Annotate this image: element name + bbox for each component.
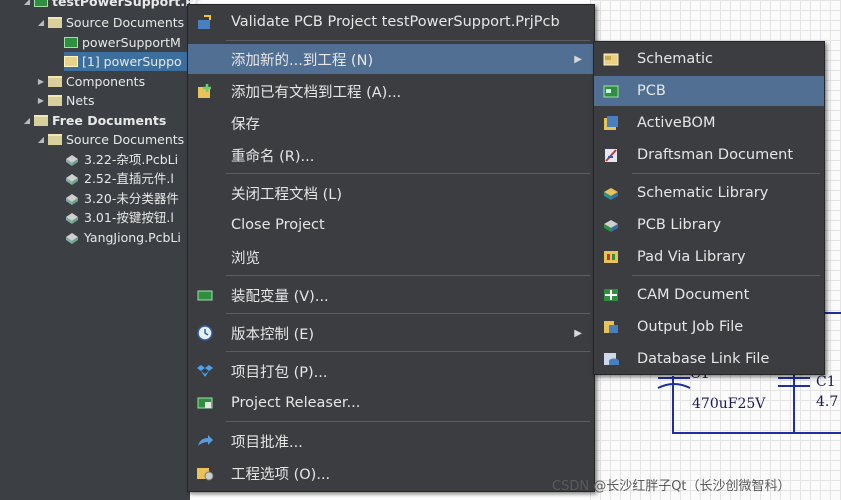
menu-item-rename[interactable]: 重命名 (R)... [188,140,594,170]
expand-icon[interactable]: ◢ [22,0,32,11]
menu-separator [226,313,590,314]
menu-separator [632,275,820,276]
arrow-icon [198,435,213,446]
menu-separator [226,275,590,276]
menu-separator [632,173,820,174]
releaser-icon [197,397,213,409]
cam-icon [604,289,618,301]
schlib-icon [604,188,618,200]
pcbdoc-icon [64,37,78,48]
submenu-item-activebom[interactable]: ActiveBOM [594,108,824,138]
menu-item-project-options[interactable]: 工程选项 (O)... [188,458,594,488]
menu-item-save[interactable]: 保存 [188,108,594,138]
tree-item-pcblib[interactable]: 3.20-未分类器件 [64,189,179,208]
tree-item-source-documents-free[interactable]: ◢ Source Documents [36,130,184,149]
pcblib-icon [66,174,78,185]
outjob-icon [604,321,618,333]
capacitor-value: 470uF25V [692,396,766,412]
add-existing-icon [198,84,211,98]
collapse-icon[interactable]: ▶ [36,91,46,110]
submenu-item-pcb-library[interactable]: PCB Library [594,210,824,240]
folder-icon [48,95,62,106]
folder-icon [48,134,62,145]
tree-item-project[interactable]: ◢ testPowerSupport.Pr [22,0,200,11]
folder-icon [34,115,48,126]
menu-separator [226,421,590,422]
menu-item-add-existing[interactable]: 添加已有文档到工程 (A)... [188,76,594,106]
dropbox-icon [197,365,213,377]
projects-panel: ◢ testPowerSupport.Pr ◢ Source Documents… [0,0,200,500]
menu-separator [226,173,590,174]
submenu-item-pad-via-library[interactable]: Pad Via Library [594,242,824,272]
tree-item-pcblib[interactable]: 3.22-杂项.PcbLi [64,150,178,169]
capacitor-ref: C1 [816,374,836,390]
menu-separator [226,351,590,352]
submenu-item-cam-document[interactable]: CAM Document [594,280,824,310]
submenu-item-schematic[interactable]: Schematic [594,44,824,74]
clock-icon [197,325,213,341]
pcblib-icon [66,194,78,205]
menu-item-project-releaser[interactable]: Project Releaser... [188,388,594,418]
menu-item-variants[interactable]: 装配变量 (V)... [188,280,594,310]
capacitor-symbol [657,377,691,389]
tree-item-pcblib[interactable]: 3.01-按键按钮.l [64,208,174,227]
submenu-item-database-link[interactable]: Database Link File [594,344,824,374]
menu-separator [226,40,590,41]
tree-item-source-documents[interactable]: ◢ Source Documents [36,13,184,32]
pcb-icon [603,85,619,98]
folder-icon [48,76,62,87]
submenu-arrow-icon: ▶ [574,327,582,339]
dblink-icon [604,353,619,365]
draftsman-icon [605,149,617,162]
tree-item-nets[interactable]: ▶ Nets [36,91,95,110]
menu-item-validate[interactable]: Validate PCB Project testPowerSupport.Pr… [188,7,594,37]
tree-item-schdoc[interactable]: [1] powerSuppo [64,52,190,71]
tree-item-free-documents[interactable]: ◢ Free Documents [22,111,166,130]
expand-icon[interactable]: ◢ [36,13,46,32]
pcblib-icon [604,220,618,232]
validate-icon [198,15,211,29]
submenu-item-draftsman[interactable]: Draftsman Document [594,140,824,170]
capacitor-value: 4.7 [816,394,839,410]
folder-icon [48,17,62,28]
tree-item-components[interactable]: ▶ Components [36,72,145,91]
menu-item-approve[interactable]: 项目批准... [188,426,594,456]
menu-item-browse[interactable]: 浏览 [188,242,594,272]
expand-icon[interactable]: ◢ [22,111,32,130]
options-icon [197,468,214,481]
add-new-submenu: Schematic PCB ActiveBOM Draftsman Docume… [593,41,825,375]
pcblib-icon [66,213,78,224]
project-icon [34,0,48,7]
variants-icon [197,290,213,301]
submenu-item-schematic-library[interactable]: Schematic Library [594,178,824,208]
menu-item-close-project[interactable]: Close Project [188,210,594,240]
wire [672,432,841,434]
pcblib-icon [66,233,78,244]
menu-item-version-control[interactable]: 版本控制 (E) ▶ [188,318,594,348]
collapse-icon[interactable]: ▶ [36,72,46,91]
padvia-icon [604,251,618,263]
tree-item-pcblib[interactable]: YangJiong.PcbLi [64,228,181,247]
menu-item-close-docs[interactable]: 关闭工程文档 (L) [188,178,594,208]
tree-item-pcblib[interactable]: 2.52-直插元件.l [64,169,174,188]
submenu-item-output-job[interactable]: Output Job File [594,312,824,342]
submenu-item-pcb[interactable]: PCB [594,76,824,106]
pcblib-icon [66,155,78,166]
schematic-icon [603,53,619,66]
expand-icon[interactable]: ◢ [36,130,46,149]
tree-item-pcbdoc[interactable]: powerSupportM [64,33,181,52]
menu-item-pack-project[interactable]: 项目打包 (P)... [188,356,594,386]
watermark: CSDN @长沙红胖子Qt（长沙创微智科） [552,479,791,494]
schdoc-icon [64,56,78,67]
menu-item-add-new[interactable]: 添加新的...到工程 (N) ▶ [188,44,594,74]
context-menu: Validate PCB Project testPowerSupport.Pr… [187,4,595,492]
submenu-arrow-icon: ▶ [574,53,582,65]
submenu-label: Schematic [637,51,713,67]
activebom-icon [604,116,618,130]
capacitor-symbol [778,377,810,387]
